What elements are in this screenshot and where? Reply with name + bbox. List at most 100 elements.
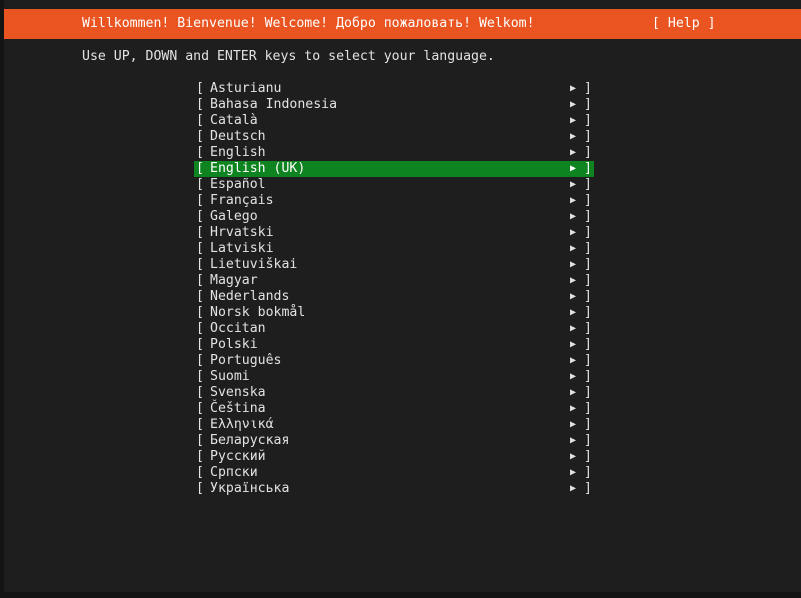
bracket-close: ] [584,113,592,128]
arrow-right-icon: ▶ [570,371,577,382]
language-option[interactable]: [Svenska ▶] [194,385,594,401]
arrow-right-icon: ▶ [570,291,577,302]
window-edge [0,0,4,598]
language-option[interactable]: [Українська ▶] [194,481,594,497]
bracket-open: [ [196,257,204,272]
bracket-open: [ [196,337,204,352]
arrow-right-icon: ▶ [570,259,577,270]
bracket-open: [ [196,433,204,448]
bracket-close: ] [584,289,592,304]
language-option[interactable]: [Ελληνικά ▶] [194,417,594,433]
language-label: Magyar [210,273,258,288]
language-option[interactable]: [Čeština ▶] [194,401,594,417]
language-option[interactable]: [ Galego ▶] [194,209,594,225]
bracket-close: ] [584,401,592,416]
language-label: Русский [210,449,266,464]
arrow-right-icon: ▶ [570,387,577,398]
arrow-right-icon: ▶ [570,163,577,174]
language-label: Suomi [210,369,250,384]
bracket-close: ] [584,81,592,96]
help-button[interactable]: [ Help ] [652,16,716,32]
bracket-close: ] [584,433,592,448]
header-title: Willkommen! Bienvenue! Welcome! Добро по… [82,16,535,31]
language-label: Português [210,353,282,368]
bracket-open: [ [196,113,204,128]
bracket-open: [ [196,241,204,256]
language-label: Беларуская [210,433,290,448]
bracket-close: ] [584,209,592,224]
language-label: Català [210,113,258,128]
header-bar: Willkommen! Bienvenue! Welcome! Добро по… [4,9,801,39]
bracket-close: ] [584,449,592,464]
language-option[interactable]: [Suomi ▶] [194,369,594,385]
language-option[interactable]: [Беларуская ▶] [194,433,594,449]
arrow-right-icon: ▶ [570,179,577,190]
bracket-close: ] [584,225,592,240]
language-label: English (UK) [210,161,306,176]
bracket-close: ] [584,177,592,192]
language-option[interactable]: [Português ▶] [194,353,594,369]
bracket-close: ] [584,305,592,320]
arrow-right-icon: ▶ [570,419,577,430]
bracket-close: ] [584,465,592,480]
language-option[interactable]: [Asturianu ▶] [194,81,594,97]
bracket-close: ] [584,193,592,208]
language-label: Asturianu [210,81,282,96]
language-option[interactable]: [English (UK) ▶] [194,161,594,177]
language-label: Svenska [210,385,266,400]
arrow-right-icon: ▶ [570,195,577,206]
language-label: Bahasa Indonesia [210,97,338,112]
language-label: Nederlands [210,289,290,304]
bracket-close: ] [584,385,592,400]
language-label: Српски [210,465,258,480]
bracket-open: [ [196,193,204,208]
language-option[interactable]: [ Nederlands ▶] [194,289,594,305]
language-label: Galego [210,209,258,224]
language-label: Ελληνικά [210,417,274,432]
bracket-open: [ [196,145,204,160]
language-label: Français [210,193,274,208]
language-option[interactable]: [Occitan ▶] [194,321,594,337]
arrow-right-icon: ▶ [570,131,577,142]
bracket-open: [ [196,449,204,464]
language-option[interactable]: [Deutsch ▶] [194,129,594,145]
language-option[interactable]: [Hrvatski ▶] [194,225,594,241]
bracket-open: [ [196,209,204,224]
language-option[interactable]: [Norsk bokmål ▶] [194,305,594,321]
arrow-right-icon: ▶ [570,115,577,126]
bracket-open: [ [196,97,204,112]
language-label: Deutsch [210,129,266,144]
bracket-open: [ [196,465,204,480]
language-label: Čeština [210,401,266,416]
arrow-right-icon: ▶ [570,211,577,222]
bracket-open: [ [196,161,204,176]
bottom-edge [0,592,801,598]
language-option[interactable]: [Magyar ▶] [194,273,594,289]
arrow-right-icon: ▶ [570,307,577,318]
language-option[interactable]: [Lietuviškai ▶] [194,257,594,273]
arrow-right-icon: ▶ [570,147,577,158]
language-option[interactable]: [Српски ▶] [194,465,594,481]
language-label: English [210,145,266,160]
language-option[interactable]: [Español ▶] [194,177,594,193]
language-option[interactable]: [ Català ▶] [194,113,594,129]
language-option[interactable]: [English ▶] [194,145,594,161]
bracket-open: [ [196,289,204,304]
bracket-open: [ [196,273,204,288]
bracket-open: [ [196,417,204,432]
arrow-right-icon: ▶ [570,483,577,494]
language-option[interactable]: [ Français ▶] [194,193,594,209]
arrow-right-icon: ▶ [570,275,577,286]
bracket-open: [ [196,481,204,496]
language-label: Hrvatski [210,225,274,240]
bracket-open: [ [196,81,204,96]
arrow-right-icon: ▶ [570,323,577,334]
language-option[interactable]: [Latviski ▶] [194,241,594,257]
bracket-open: [ [196,369,204,384]
language-option[interactable]: [ Русский ▶] [194,449,594,465]
language-option[interactable]: [Polski ▶] [194,337,594,353]
language-label: Norsk bokmål [210,305,306,320]
arrow-right-icon: ▶ [570,451,577,462]
arrow-right-icon: ▶ [570,403,577,414]
language-option[interactable]: [Bahasa Indonesia ▶] [194,97,594,113]
